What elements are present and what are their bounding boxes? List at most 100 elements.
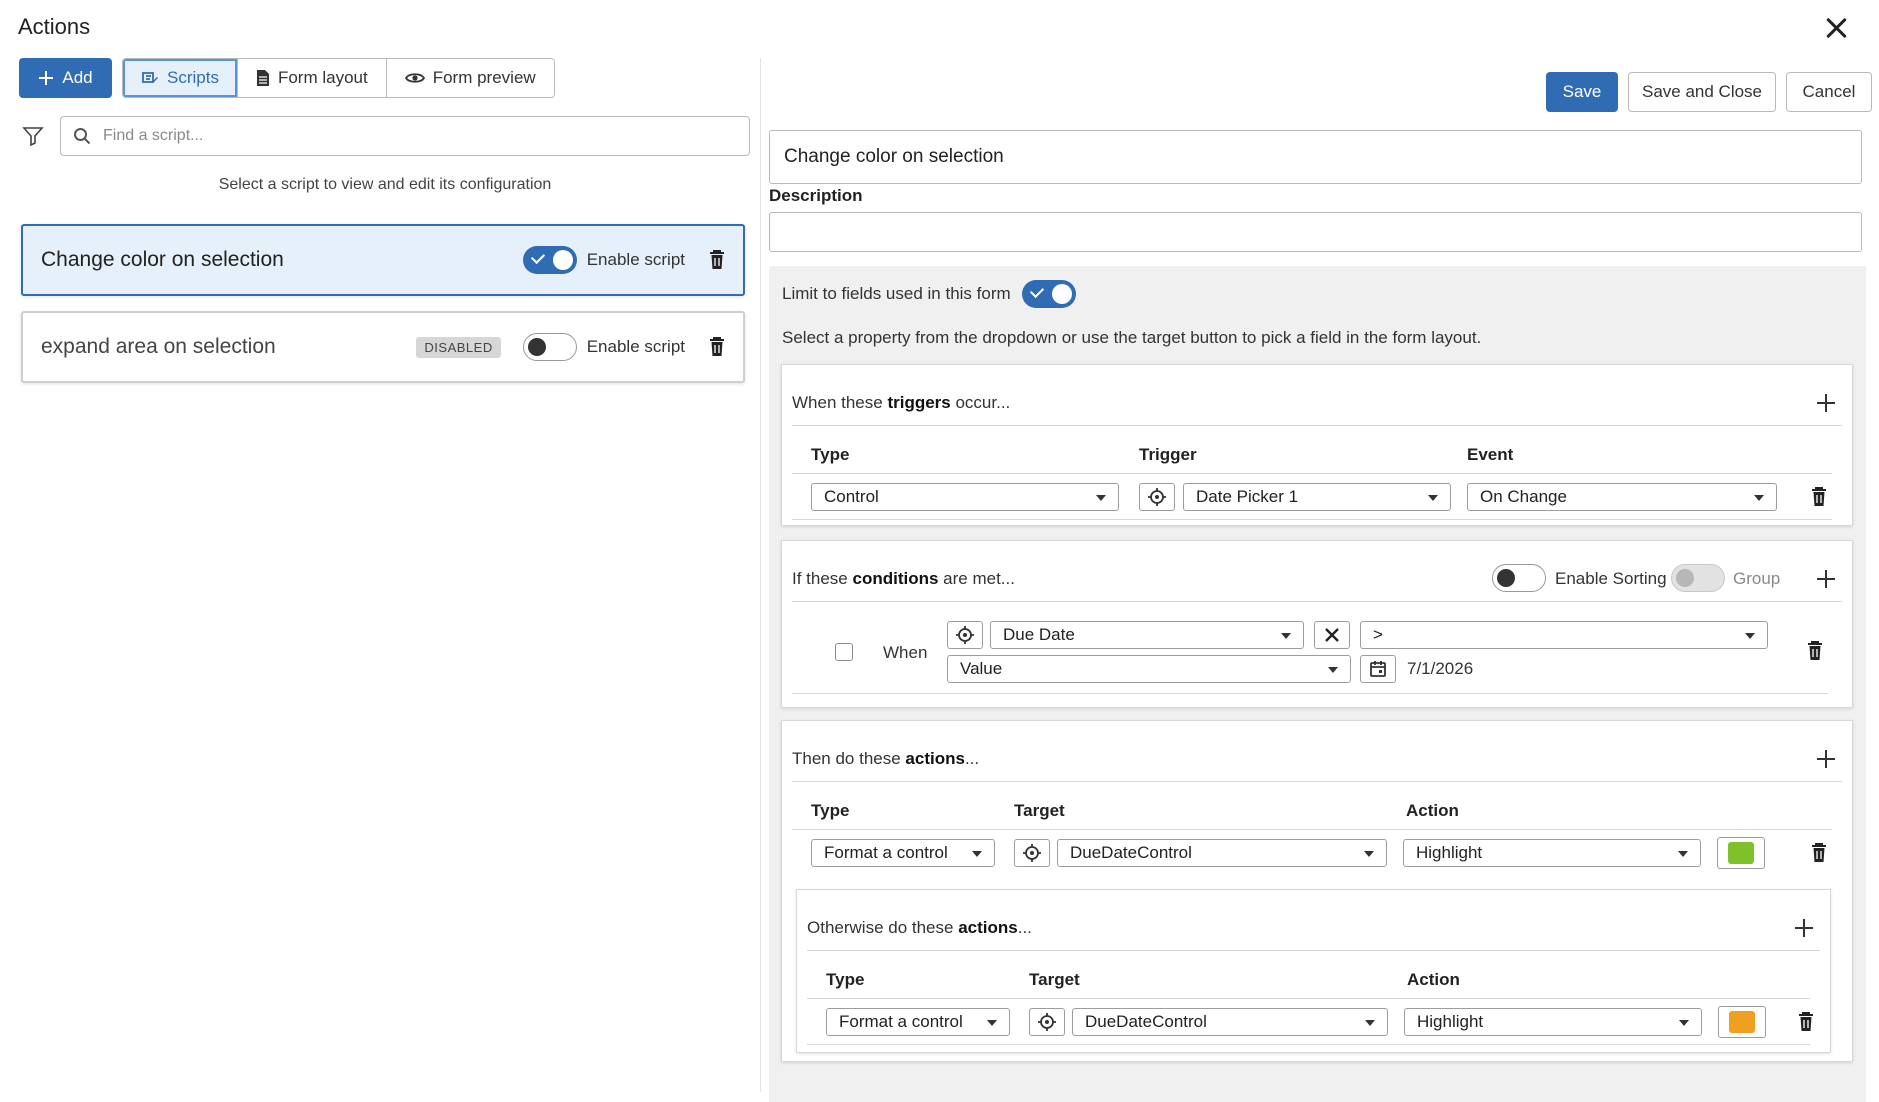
color-swatch-fill (1728, 842, 1754, 864)
enable-sorting-toggle[interactable] (1492, 564, 1546, 592)
add-otherwise-plus-icon[interactable] (1794, 918, 1814, 938)
tab-form-preview[interactable]: Form preview (386, 59, 554, 97)
highlight-color-swatch[interactable] (1718, 1006, 1766, 1038)
script-name: Change color on selection (41, 248, 284, 271)
otherwise-actions-section: Otherwise do these actions... Type Targe… (796, 889, 1831, 1053)
caret-down-icon (1745, 633, 1755, 639)
condition-operator-select[interactable]: > (1360, 621, 1768, 649)
caret-down-icon (987, 1020, 997, 1026)
dialog-title: Actions (18, 14, 91, 39)
action-action-select[interactable]: Highlight (1403, 839, 1701, 867)
add-button-label: Add (62, 68, 93, 87)
caret-down-icon (1364, 851, 1374, 857)
save-button[interactable]: Save (1546, 72, 1618, 112)
select-property-hint: Select a property from the dropdown or u… (782, 328, 1482, 347)
action-target-value: DueDateControl (1070, 843, 1192, 862)
tab-scripts[interactable]: Scripts (123, 59, 238, 97)
col-action: Action (1406, 801, 1459, 820)
trash-icon[interactable] (709, 250, 725, 270)
trigger-type-select[interactable]: Control (811, 483, 1119, 511)
script-name-input[interactable] (769, 130, 1862, 184)
condition-value-type-select[interactable]: Value (947, 655, 1351, 683)
trigger-event-select[interactable]: On Change (1467, 483, 1777, 511)
cancel-button[interactable]: Cancel (1786, 72, 1872, 112)
target-button[interactable] (1139, 483, 1175, 511)
script-card-expand-area[interactable]: expand area on selection DISABLED Enable… (21, 311, 745, 383)
date-picker-button[interactable] (1360, 655, 1396, 683)
highlight-color-swatch[interactable] (1717, 837, 1765, 869)
target-button[interactable] (1014, 839, 1050, 867)
triggers-section: When these triggers occur... Type Trigge… (781, 364, 1853, 526)
view-tabs: Scripts Form layout Form preview (122, 58, 555, 98)
then-actions-section: Then do these actions... Type Target Act… (781, 720, 1853, 1062)
crosshair-icon (1023, 844, 1041, 862)
col-type: Type (811, 801, 850, 820)
calendar-icon (1370, 661, 1386, 677)
otherwise-action-value: Highlight (1417, 1012, 1484, 1031)
condition-checkbox[interactable] (835, 643, 853, 661)
trash-icon[interactable] (1811, 487, 1827, 507)
enable-script-toggle[interactable] (522, 333, 577, 361)
caret-down-icon (1365, 1020, 1375, 1026)
add-condition-plus-icon[interactable] (1816, 569, 1836, 589)
when-label: When (883, 643, 928, 662)
trigger-event-value: On Change (1480, 487, 1567, 506)
add-action-plus-icon[interactable] (1816, 749, 1836, 769)
caret-down-icon (1328, 667, 1338, 673)
caret-down-icon (1754, 495, 1764, 501)
save-and-close-button[interactable]: Save and Close (1628, 72, 1776, 112)
script-icon (142, 72, 158, 83)
otherwise-target-select[interactable]: DueDateControl (1072, 1008, 1388, 1036)
action-target-select[interactable]: DueDateControl (1057, 839, 1387, 867)
target-button[interactable] (1029, 1008, 1065, 1036)
filter-icon[interactable] (22, 125, 44, 147)
description-input[interactable] (769, 212, 1862, 252)
trash-icon[interactable] (1798, 1012, 1814, 1032)
otherwise-type-value: Format a control (839, 1012, 963, 1031)
otherwise-actions-title: Otherwise do these actions... (807, 918, 1032, 937)
otherwise-action-select[interactable]: Highlight (1404, 1008, 1702, 1036)
add-trigger-plus-icon[interactable] (1816, 393, 1836, 413)
action-action-value: Highlight (1416, 843, 1483, 862)
enable-script-label: Enable script (586, 250, 685, 269)
trigger-type-value: Control (824, 487, 879, 506)
group-toggle[interactable] (1671, 564, 1725, 592)
caret-down-icon (1096, 495, 1106, 501)
panel-divider (760, 58, 761, 1092)
search-box (60, 116, 750, 156)
triggers-title: When these triggers occur... (792, 393, 1011, 412)
trash-icon[interactable] (1811, 843, 1827, 863)
trigger-control-select[interactable]: Date Picker 1 (1183, 483, 1451, 511)
target-button[interactable] (947, 621, 983, 649)
eye-icon (404, 73, 425, 83)
tab-form-layout[interactable]: Form layout (237, 59, 387, 97)
caret-down-icon (1428, 495, 1438, 501)
col-action: Action (1407, 970, 1460, 989)
group-label: Group (1733, 569, 1781, 588)
col-type: Type (811, 445, 850, 464)
caret-down-icon (1679, 1020, 1689, 1026)
trigger-control-value: Date Picker 1 (1196, 487, 1299, 506)
condition-value-type-value: Value (960, 659, 1003, 678)
add-button[interactable]: Add (19, 58, 112, 98)
limit-fields-toggle[interactable] (1022, 280, 1076, 308)
close-icon[interactable] (1823, 14, 1851, 42)
caret-down-icon (972, 851, 982, 857)
action-type-select[interactable]: Format a control (811, 839, 995, 867)
search-input[interactable] (101, 126, 701, 146)
trash-icon[interactable] (1807, 641, 1823, 661)
col-type: Type (826, 970, 865, 989)
enable-script-toggle[interactable] (522, 246, 577, 274)
trash-icon[interactable] (709, 337, 725, 357)
col-event: Event (1467, 445, 1514, 464)
description-label: Description (769, 186, 863, 205)
condition-date-value[interactable]: 7/1/2026 (1407, 659, 1473, 679)
script-card-change-color[interactable]: Change color on selection Enable script (21, 224, 745, 296)
condition-field-select[interactable]: Due Date (990, 621, 1304, 649)
tab-scripts-label: Scripts (167, 68, 219, 87)
clear-field-button[interactable] (1314, 621, 1350, 649)
otherwise-type-select[interactable]: Format a control (826, 1008, 1010, 1036)
search-icon (74, 128, 91, 145)
then-actions-title: Then do these actions... (792, 749, 980, 768)
col-trigger: Trigger (1139, 445, 1197, 464)
